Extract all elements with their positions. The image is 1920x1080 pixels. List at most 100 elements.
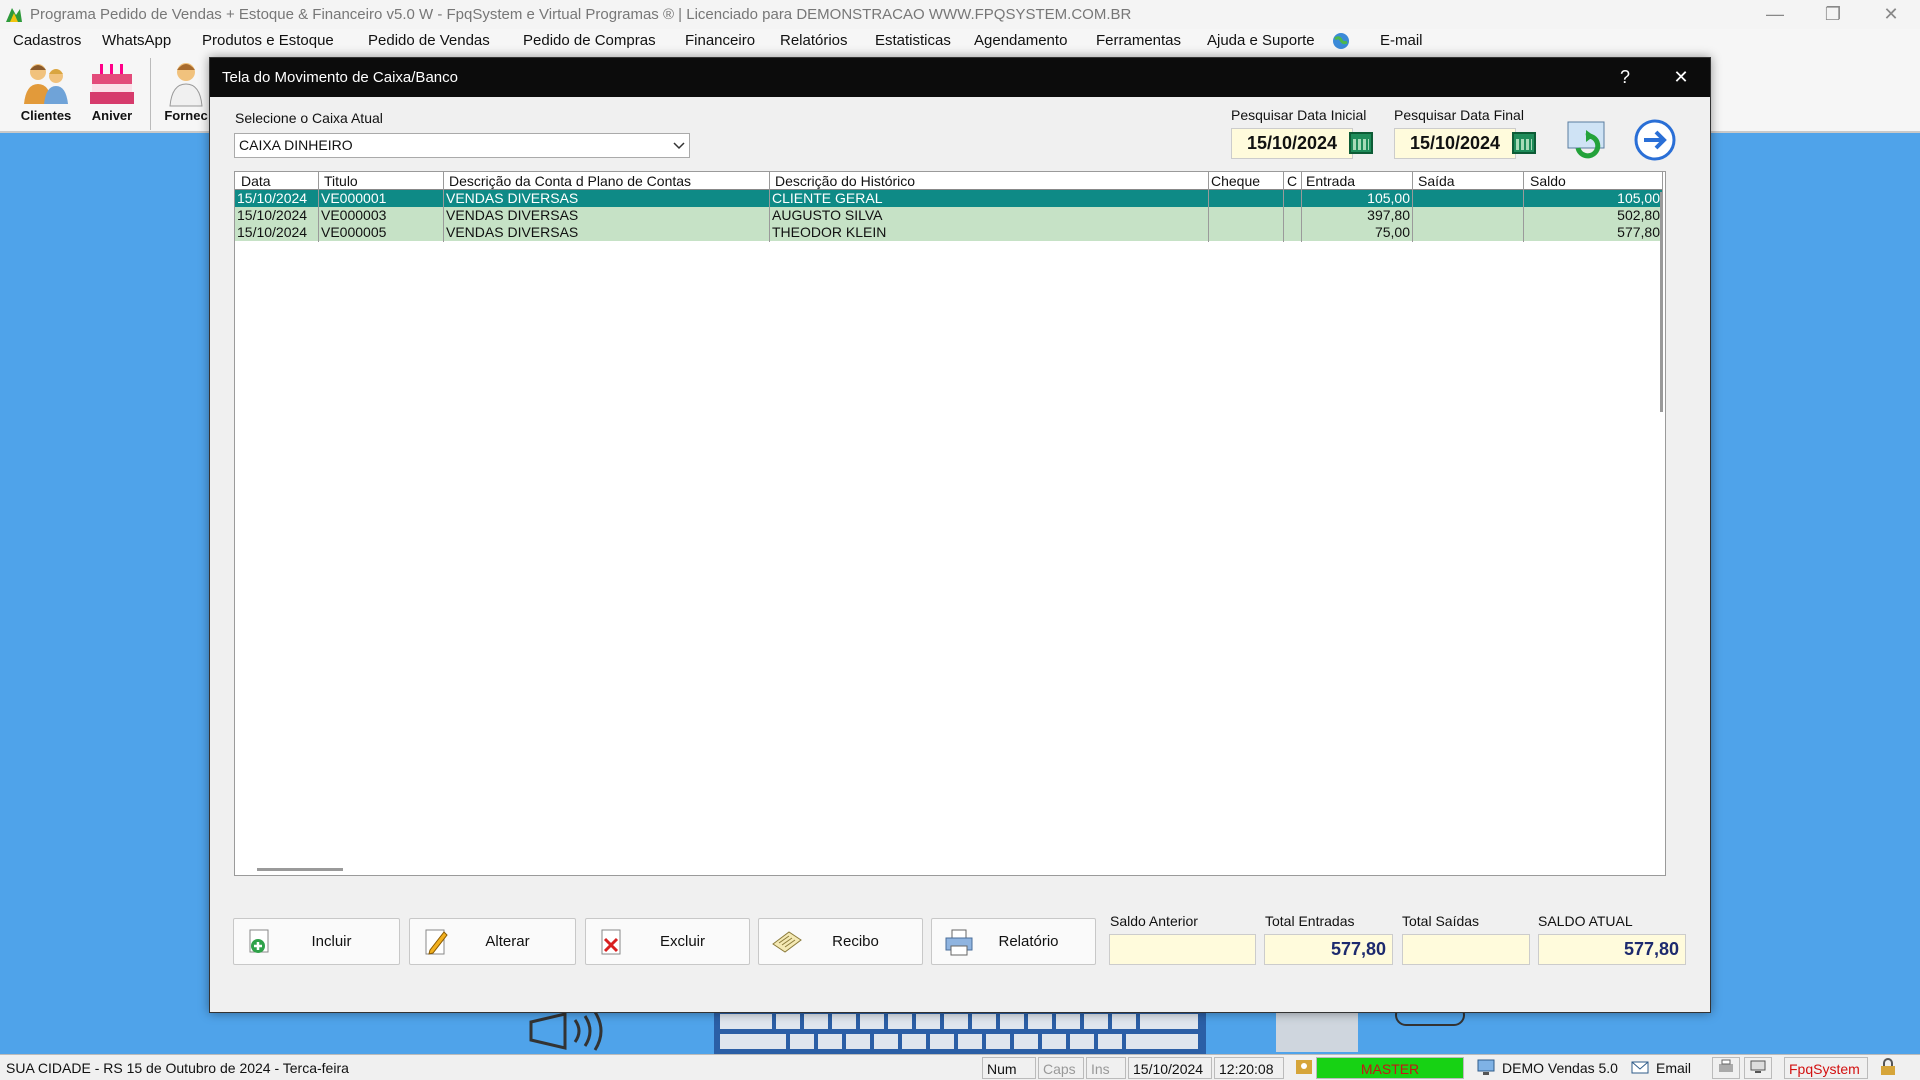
data-inicial-label: Pesquisar Data Inicial <box>1231 107 1367 123</box>
status-caps: Caps <box>1038 1057 1084 1079</box>
cell-c <box>1284 224 1301 241</box>
cell-c <box>1284 207 1301 224</box>
monitor-icon[interactable] <box>1744 1057 1772 1079</box>
status-time: 12:20:08 <box>1214 1057 1284 1079</box>
relatorio-label: Relatório <box>998 933 1059 950</box>
toolbar-aniver-button[interactable]: Aniver <box>80 58 144 132</box>
total-saidas-value <box>1402 934 1530 965</box>
data-inicial-field[interactable]: 15/10/2024 <box>1231 128 1353 159</box>
excluir-label: Excluir <box>659 933 705 950</box>
menu-relatorios[interactable]: Relatórios <box>780 32 848 49</box>
menu-pedido-compras[interactable]: Pedido de Compras <box>523 32 656 49</box>
caixa-select[interactable]: CAIXA DINHEIRO <box>234 133 690 158</box>
excluir-button[interactable]: Excluir <box>585 918 750 965</box>
table-row[interactable]: 15/10/2024 VE000001 VENDAS DIVERSAS CLIE… <box>235 190 1663 207</box>
calendar-icon[interactable] <box>1512 132 1536 154</box>
horizontal-scrollbar[interactable] <box>257 868 343 871</box>
menu-whatsapp[interactable]: WhatsApp <box>102 32 171 49</box>
menu-ajuda-suporte[interactable]: Ajuda e Suporte <box>1207 32 1315 49</box>
menu-pedido-vendas[interactable]: Pedido de Vendas <box>368 32 490 49</box>
grid-header: Data Titulo Descrição da Conta d Plano d… <box>235 172 1663 190</box>
vertical-scrollbar[interactable] <box>1660 192 1663 412</box>
grid-divider <box>1283 172 1284 242</box>
cell-historico: CLIENTE GERAL <box>772 190 883 206</box>
table-row[interactable]: 15/10/2024 VE000005 VENDAS DIVERSAS THEO… <box>235 224 1663 241</box>
recibo-button[interactable]: Recibo <box>758 918 923 965</box>
arrow-right-icon[interactable] <box>1633 118 1677 162</box>
cell-titulo: VE000005 <box>321 224 387 240</box>
dialog-close-button[interactable]: ✕ <box>1656 58 1706 97</box>
col-titulo[interactable]: Titulo <box>324 173 358 189</box>
cell-data: 15/10/2024 <box>237 224 308 240</box>
total-entradas-value: 577,80 <box>1264 934 1393 965</box>
cell-c <box>1284 190 1301 207</box>
total-saidas-label: Total Saídas <box>1402 913 1480 929</box>
status-email[interactable]: Email <box>1652 1057 1708 1079</box>
cell-data: 15/10/2024 <box>237 190 308 206</box>
user-icon <box>1290 1057 1318 1079</box>
restore-button[interactable]: ❐ <box>1804 0 1862 29</box>
menu-cadastros[interactable]: Cadastros <box>13 32 81 49</box>
menu-estatisticas[interactable]: Estatisticas <box>875 32 951 49</box>
supplier-icon <box>160 58 212 108</box>
globe-icon[interactable] <box>1331 31 1351 55</box>
menu-bar: Cadastros WhatsApp Produtos e Estoque Pe… <box>0 29 1920 54</box>
grid-divider <box>1208 172 1209 242</box>
alterar-button[interactable]: Alterar <box>409 918 576 965</box>
menu-email[interactable]: E-mail <box>1380 32 1423 49</box>
cell-saldo: 577,80 <box>1617 224 1660 240</box>
data-final-field[interactable]: 15/10/2024 <box>1394 128 1516 159</box>
col-data[interactable]: Data <box>241 173 271 189</box>
data-final-label: Pesquisar Data Final <box>1394 107 1524 123</box>
cell-data: 15/10/2024 <box>237 207 308 223</box>
menu-agendamento[interactable]: Agendamento <box>974 32 1067 49</box>
help-button[interactable]: ? <box>1600 58 1650 97</box>
computer-icon <box>1472 1057 1498 1079</box>
incluir-label: Incluir <box>311 933 352 950</box>
relatorio-button[interactable]: Relatório <box>931 918 1096 965</box>
keyboard-illustration <box>714 1012 1206 1054</box>
status-version: DEMO Vendas 5.0 <box>1502 1060 1618 1076</box>
cell-saldo: 502,80 <box>1617 207 1660 223</box>
col-conta[interactable]: Descrição da Conta d Plano de Contas <box>449 173 691 189</box>
toolbar-clientes-button[interactable]: Clientes <box>14 58 78 132</box>
col-cheque[interactable]: Cheque <box>1211 173 1260 189</box>
cell-historico: AUGUSTO SILVA <box>772 207 883 223</box>
status-num: Num <box>982 1057 1036 1079</box>
incluir-button[interactable]: Incluir <box>233 918 400 965</box>
minimize-button[interactable]: — <box>1746 0 1804 29</box>
refresh-icon[interactable] <box>1564 118 1608 162</box>
movement-grid[interactable]: Data Titulo Descrição da Conta d Plano d… <box>234 171 1666 876</box>
cell-titulo: VE000003 <box>321 207 387 223</box>
menu-financeiro[interactable]: Financeiro <box>685 32 755 49</box>
table-row[interactable]: 15/10/2024 VE000003 VENDAS DIVERSAS AUGU… <box>235 207 1663 224</box>
saldo-atual-label: SALDO ATUAL <box>1538 913 1633 929</box>
col-saida[interactable]: Saída <box>1418 173 1455 189</box>
col-entrada[interactable]: Entrada <box>1306 173 1355 189</box>
dialog-title: Tela do Movimento de Caixa/Banco <box>222 69 458 86</box>
email-icon[interactable] <box>1626 1057 1652 1079</box>
cell-cheque <box>1209 207 1283 224</box>
megaphone-icon <box>525 1008 620 1058</box>
menu-produtos-estoque[interactable]: Produtos e Estoque <box>202 32 334 49</box>
col-historico[interactable]: Descrição do Histórico <box>775 173 915 189</box>
cell-entrada: 397,80 <box>1367 207 1410 223</box>
cell-cheque <box>1209 190 1283 207</box>
toolbar-separator <box>150 58 151 130</box>
status-brand: FpqSystem <box>1784 1057 1868 1079</box>
col-saldo[interactable]: Saldo <box>1530 173 1566 189</box>
col-c[interactable]: C <box>1287 173 1297 189</box>
close-window-button[interactable]: ✕ <box>1862 0 1920 29</box>
cell-historico: THEODOR KLEIN <box>772 224 887 240</box>
device-illustration <box>1276 1012 1358 1052</box>
app-logo-icon <box>4 5 24 25</box>
grid-divider <box>769 172 770 242</box>
menu-ferramentas[interactable]: Ferramentas <box>1096 32 1181 49</box>
status-ins: Ins <box>1086 1057 1126 1079</box>
clients-icon <box>20 58 72 108</box>
chevron-down-icon <box>673 138 685 150</box>
printer-icon[interactable] <box>1712 1057 1740 1079</box>
calendar-icon[interactable] <box>1349 132 1373 154</box>
cell-conta: VENDAS DIVERSAS <box>446 224 579 240</box>
cell-saida <box>1413 190 1523 207</box>
